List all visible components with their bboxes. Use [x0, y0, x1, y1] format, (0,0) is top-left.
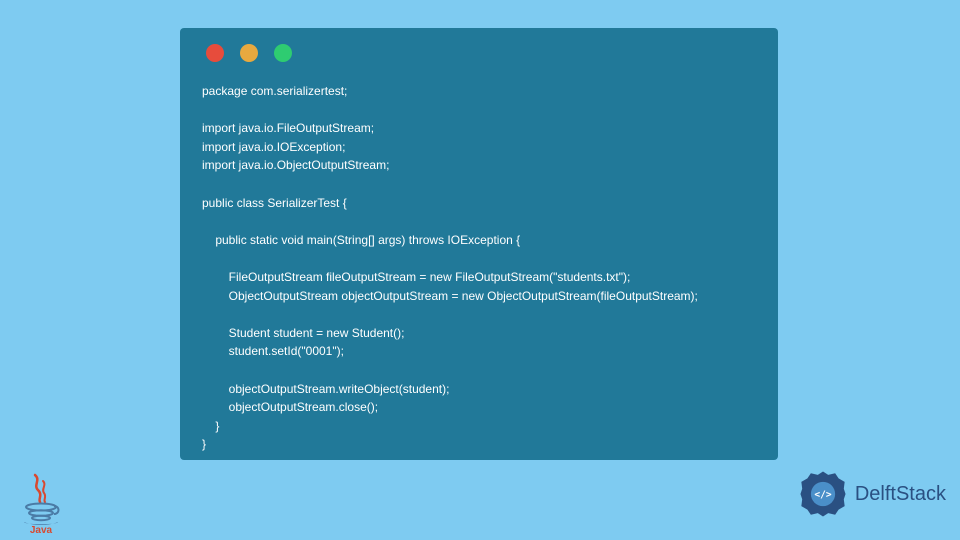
code-content: package com.serializertest; import java.…: [202, 82, 756, 454]
traffic-lights: [202, 44, 756, 62]
java-logo: Java: [16, 472, 66, 530]
delftstack-label: DelftStack: [855, 483, 946, 506]
delftstack-logo: </> DelftStack: [797, 468, 946, 520]
gear-icon: </>: [797, 468, 849, 520]
close-icon[interactable]: [206, 44, 224, 62]
java-label: Java: [30, 525, 53, 534]
minimize-icon[interactable]: [240, 44, 258, 62]
svg-text:</>: </>: [814, 489, 831, 500]
code-window: package com.serializertest; import java.…: [180, 28, 778, 460]
maximize-icon[interactable]: [274, 44, 292, 62]
